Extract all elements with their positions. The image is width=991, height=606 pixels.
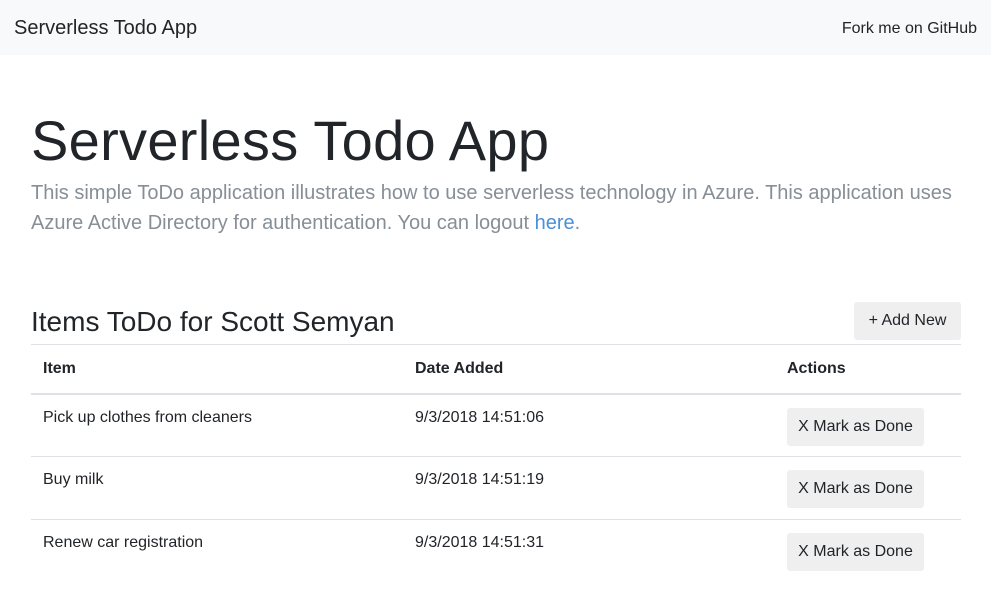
section-title: Items ToDo for Scott Semyan bbox=[31, 306, 395, 337]
table-header: Item Date Added Actions bbox=[31, 344, 961, 395]
column-header-item: Item bbox=[31, 344, 403, 395]
date-cell: 9/3/2018 14:51:31 bbox=[403, 519, 775, 583]
item-cell: Buy milk bbox=[31, 456, 403, 520]
lead-text: This simple ToDo application illustrates… bbox=[31, 182, 952, 234]
actions-cell: X Mark as Done bbox=[775, 456, 961, 520]
table-row: Pick up clothes from cleaners 9/3/2018 1… bbox=[31, 394, 961, 457]
mark-as-done-button[interactable]: X Mark as Done bbox=[787, 407, 924, 446]
jumbotron: Serverless Todo App This simple ToDo app… bbox=[31, 108, 961, 238]
actions-cell: X Mark as Done bbox=[775, 394, 961, 457]
table-row: Buy milk 9/3/2018 14:51:19 X Mark as Don… bbox=[31, 456, 961, 520]
todo-table: Item Date Added Actions Pick up clothes … bbox=[31, 344, 961, 583]
table-row: Renew car registration 9/3/2018 14:51:31… bbox=[31, 519, 961, 583]
date-cell: 9/3/2018 14:51:06 bbox=[415, 408, 545, 426]
fork-on-github-link[interactable]: Fork me on GitHub bbox=[842, 19, 977, 39]
mark-as-done-button[interactable]: X Mark as Done bbox=[787, 470, 924, 508]
date-cell: 9/3/2018 14:51:19 bbox=[403, 456, 775, 520]
item-cell: Pick up clothes from cleaners bbox=[43, 408, 252, 426]
navbar: Serverless Todo App Fork me on GitHub bbox=[0, 0, 991, 55]
navbar-brand[interactable]: Serverless Todo App bbox=[14, 16, 197, 40]
item-cell: Renew car registration bbox=[31, 519, 403, 583]
column-header-date-added: Date Added bbox=[403, 344, 775, 395]
column-header-actions: Actions bbox=[775, 344, 961, 395]
todo-section-header: Items ToDo for Scott Semyan + Add New bbox=[31, 302, 961, 344]
mark-as-done-button[interactable]: X Mark as Done bbox=[787, 533, 924, 571]
lead-end: . bbox=[574, 212, 581, 234]
table-header-row: Item Date Added Actions bbox=[31, 344, 961, 395]
logout-link[interactable]: here bbox=[535, 212, 575, 234]
page-title: Serverless Todo App bbox=[31, 109, 550, 172]
table-body: Pick up clothes from cleaners 9/3/2018 1… bbox=[31, 394, 961, 583]
lead-paragraph: This simple ToDo application illustrates… bbox=[31, 178, 961, 238]
actions-cell: X Mark as Done bbox=[775, 519, 961, 583]
add-new-button[interactable]: + Add New bbox=[854, 302, 961, 340]
